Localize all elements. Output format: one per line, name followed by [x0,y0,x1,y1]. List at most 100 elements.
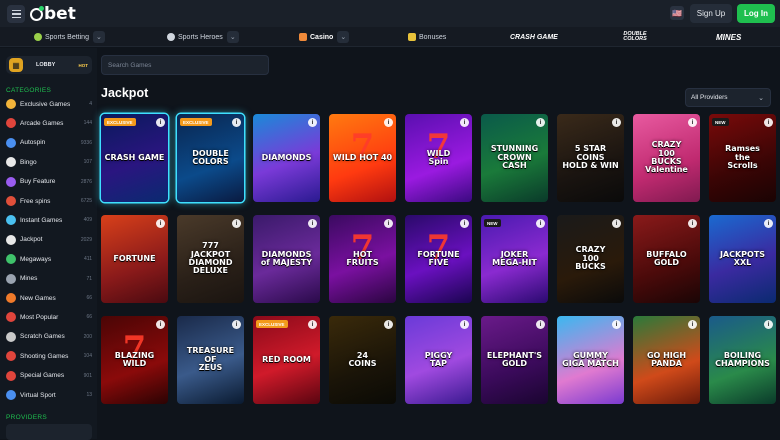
info-icon[interactable]: i [536,219,545,228]
info-icon[interactable]: i [232,320,241,329]
hamburger-menu-icon[interactable] [7,5,25,23]
sidebar-item-count: 6725 [80,198,92,204]
info-icon[interactable]: i [384,219,393,228]
nav-sports-heroes[interactable]: Sports Heroes ⌄ [167,30,239,44]
sidebar-item-count: 2876 [80,178,92,185]
info-icon[interactable]: i [688,320,697,329]
info-icon[interactable]: i [232,219,241,228]
gift-icon [408,33,416,41]
top-bar: bet 🇺🇸 Sign Up Log In [0,0,780,27]
us-flag-icon[interactable]: 🇺🇸 [670,6,684,20]
chevron-down-icon[interactable]: ⌄ [92,31,105,43]
providers-select[interactable]: All Providers ⌄ [685,88,771,107]
sidebar-item-scratch-games[interactable]: Scratch Games 200 [6,329,92,345]
nav-bonuses[interactable]: Bonuses [408,30,446,44]
info-icon[interactable]: i [688,118,697,127]
sidebar-item-new-games[interactable]: New Games 66 [6,290,92,306]
info-icon[interactable]: i [308,320,317,329]
game-tile[interactable]: Ramses the Scrolls NEW i [709,114,776,202]
info-icon[interactable]: i [460,320,469,329]
game-title: HOT FRUITS [346,249,379,267]
sidebar-lobby[interactable]: ▦ LOBBY HOT [6,56,92,74]
info-icon[interactable]: i [384,118,393,127]
game-tile[interactable]: JACKPOTS XXL i [709,215,776,303]
game-title: GUMMY GIGA MATCH [562,350,619,368]
game-tile[interactable]: TREASURE OF ZEUS i [177,316,244,404]
info-icon[interactable]: i [536,320,545,329]
sidebar-item-instant-games[interactable]: Instant Games 409 [6,212,92,228]
brand-logo[interactable]: bet [30,4,76,24]
sidebar-item-most-popular[interactable]: Most Popular 66 [6,309,92,325]
game-tile[interactable]: 24 COINS i [329,316,396,404]
info-icon[interactable]: i [764,219,773,228]
sidebar-item-count: 104 [83,353,92,360]
info-icon[interactable]: i [460,118,469,127]
sidebar-item-jackpot[interactable]: Jackpot 2029 [6,232,92,248]
nav-mines[interactable]: MINES [716,30,741,44]
info-icon[interactable]: i [764,320,773,329]
game-tile[interactable]: BOILING CHAMPIONS i [709,316,776,404]
info-icon[interactable]: i [384,320,393,329]
game-tile[interactable]: DIAMONDS i [253,114,320,202]
search-input[interactable] [101,55,269,75]
info-icon[interactable]: i [232,118,241,127]
game-tile[interactable]: CRASH GAME EXCLUSIVE i [101,114,168,202]
game-tile[interactable]: FORTUNE i [101,215,168,303]
game-tile[interactable]: ELEPHANT'S GOLD i [481,316,548,404]
sidebar-item-shooting-games[interactable]: Shooting Games 104 [6,348,92,364]
info-icon[interactable]: i [308,219,317,228]
game-tile[interactable]: GUMMY GIGA MATCH i [557,316,624,404]
sidebar-item-mines[interactable]: Mines 71 [6,271,92,287]
info-icon[interactable]: i [156,219,165,228]
info-icon[interactable]: i [688,219,697,228]
sidebar-item-special-games[interactable]: Special Games 901 [6,368,92,384]
sidebar-item-megaways[interactable]: Megaways 411 [6,251,92,267]
nav-sports-betting[interactable]: Sports Betting ⌄ [34,30,105,44]
game-tile[interactable]: 7 HOT FRUITS i [329,215,396,303]
sidebar-item-label: Virtual Sport [20,391,56,399]
game-tile[interactable]: 7 WILD Spin i [405,114,472,202]
game-tile[interactable]: DOUBLE COLORS EXCLUSIVE i [177,114,244,202]
sidebar-item-label: Buy Feature [20,178,56,186]
game-tile[interactable]: DIAMONDS of MAJESTY i [253,215,320,303]
info-icon[interactable]: i [764,118,773,127]
game-tile[interactable]: CRAZY 100 BUCKS i [557,215,624,303]
game-tile[interactable]: GO HIGH PANDA i [633,316,700,404]
game-tile[interactable]: RED ROOM EXCLUSIVE i [253,316,320,404]
info-icon[interactable]: i [156,320,165,329]
sidebar-item-autospin[interactable]: Autospin 9336 [6,135,92,151]
sidebar-item-virtual-sport[interactable]: Virtual Sport 13 [6,387,92,403]
game-title: JACKPOTS XXL [719,249,766,267]
sidebar-item-free-spins[interactable]: Free spins 6725 [6,193,92,209]
game-tile[interactable]: STUNNING CROWN CASH i [481,114,548,202]
info-icon[interactable]: i [612,118,621,127]
info-icon[interactable]: i [536,118,545,127]
game-tile[interactable]: CRAZY 100 BUCKS Valentine i [633,114,700,202]
providers-filter[interactable] [6,424,92,440]
game-tile[interactable]: 7 FORTUNE FIVE i [405,215,472,303]
info-icon[interactable]: i [612,320,621,329]
game-tile[interactable]: BUFFALO GOLD i [633,215,700,303]
nav-casino[interactable]: Casino ⌄ [299,30,350,44]
chevron-down-icon[interactable]: ⌄ [337,31,350,43]
info-icon[interactable]: i [460,219,469,228]
sign-up-button[interactable]: Sign Up [690,4,732,23]
game-tile[interactable]: JOKER MEGA-HIT NEW i [481,215,548,303]
sidebar-item-label: Scratch Games [20,333,65,341]
info-icon[interactable]: i [308,118,317,127]
info-icon[interactable]: i [156,118,165,127]
sidebar-item-buy-feature[interactable]: Buy Feature 2876 [6,174,92,190]
game-tile[interactable]: 5 STAR COINS HOLD & WIN i [557,114,624,202]
chevron-down-icon[interactable]: ⌄ [226,31,239,43]
sidebar-item-arcade-games[interactable]: Arcade Games 144 [6,115,92,131]
info-icon[interactable]: i [612,219,621,228]
game-tile[interactable]: PIGGY TAP i [405,316,472,404]
log-in-button[interactable]: Log In [737,4,775,23]
game-tile[interactable]: 777 JACKPOT DIAMOND DELUXE i [177,215,244,303]
sidebar-item-exclusive-games[interactable]: Exclusive Games 4 [6,96,92,112]
nav-crash-game[interactable]: CRASH GAME [510,30,558,44]
game-tile[interactable]: 7 BLAZING WILD i [101,316,168,404]
game-tile[interactable]: 7 WILD HOT 40 i [329,114,396,202]
sidebar-item-bingo[interactable]: Bingo 107 [6,154,92,170]
nav-double-colors[interactable]: DOUBLE COLORS [620,30,650,44]
